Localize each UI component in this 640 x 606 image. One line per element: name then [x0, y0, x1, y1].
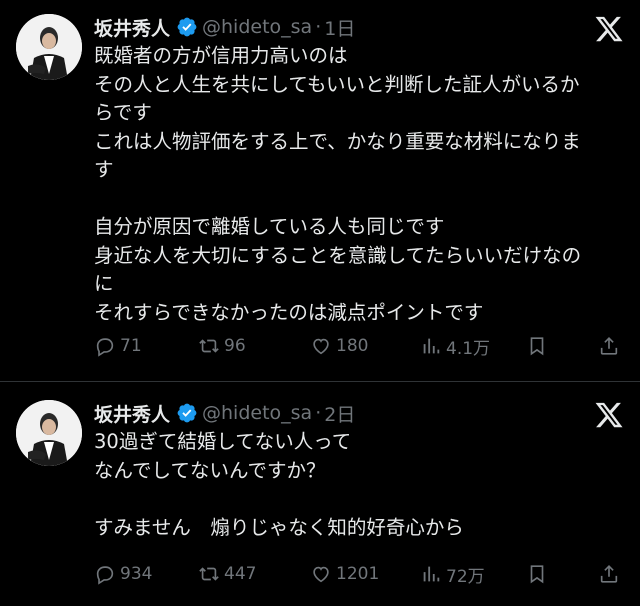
tweet-text-line: らです — [94, 101, 152, 124]
retweet-count: 447 — [224, 564, 257, 584]
tweet-text-line: その人と人生を共にしてもいいと判断した証人がいるか — [94, 72, 580, 96]
tweet-text-line: 身近な人を大切にすることを意識してたらいいだけなの — [94, 243, 582, 267]
verified-badge-icon — [177, 403, 197, 423]
timestamp[interactable]: 1日 — [324, 14, 355, 41]
like-icon — [313, 566, 329, 583]
avatar[interactable] — [16, 14, 82, 80]
avatar[interactable] — [16, 400, 82, 466]
tweet-text-line — [94, 185, 624, 214]
like-icon — [313, 338, 329, 355]
x-logo-icon — [595, 402, 623, 428]
reply-icon — [96, 338, 114, 357]
reply-button[interactable]: 71 — [94, 335, 142, 357]
reply-icon — [96, 566, 114, 585]
like-count: 180 — [336, 336, 369, 356]
views-icon — [423, 566, 440, 582]
views-button[interactable]: 4.1万 — [420, 334, 490, 359]
author-name[interactable]: 坂井秀人 — [94, 14, 170, 41]
views-button[interactable]: 72万 — [420, 562, 485, 587]
author-handle[interactable]: @hideto_sa — [202, 16, 312, 38]
bookmark-icon — [530, 565, 544, 584]
author-handle[interactable]: @hideto_sa — [202, 402, 312, 424]
tweet-text-line: に — [94, 272, 114, 295]
timestamp[interactable]: 2日 — [324, 400, 355, 427]
tweet-text: 既婚者の方が信用力高いのは その人と人生を共にしてもいいと判断した証人がいるか … — [94, 42, 624, 327]
retweet-count: 96 — [224, 336, 246, 356]
retweet-icon — [199, 567, 219, 581]
like-count: 1201 — [336, 564, 380, 584]
tweet-text-line: なんでしてないんですか？ — [94, 458, 326, 482]
tweet-text-line: 30過ぎて結婚してない人って — [94, 430, 352, 453]
separator: · — [315, 16, 322, 38]
bookmark-icon — [530, 337, 544, 356]
like-button[interactable]: 1201 — [310, 563, 379, 585]
tweet-text-line: す — [94, 158, 114, 181]
view-count: 72万 — [446, 566, 485, 587]
tweet-text-line: 既婚者の方が信用力高いのは — [94, 44, 348, 67]
author-name[interactable]: 坂井秀人 — [94, 400, 170, 427]
tweet-text: 30過ぎて結婚してない人って なんでしてないんですか？ すみません 煽りじゃなく… — [94, 428, 624, 542]
x-logo-icon — [595, 16, 623, 42]
tweet[interactable]: 坂井秀人 @hideto_sa · 1日 既婚者の方が信用力高いのは その人と人… — [0, 0, 640, 382]
tweet-header: 坂井秀人 @hideto_sa · 1日 — [94, 14, 624, 40]
timeline: 坂井秀人 @hideto_sa · 1日 既婚者の方が信用力高いのは その人と人… — [0, 0, 640, 606]
verified-badge-icon — [177, 17, 197, 37]
share-icon — [600, 565, 618, 583]
bookmark-button[interactable] — [526, 563, 552, 585]
reply-count: 71 — [120, 336, 142, 356]
separator: · — [315, 402, 322, 424]
tweet-text-line: それすらできなかったのは減点ポイントです — [94, 300, 484, 324]
tweet-text-line: すみません 煽りじゃなく知的好奇心から — [94, 515, 464, 539]
share-button[interactable] — [598, 563, 624, 585]
tweet-text-line: これは人物評価をする上で、かなり重要な材料になりま — [94, 129, 581, 153]
views-icon — [423, 338, 440, 354]
tweet-header: 坂井秀人 @hideto_sa · 2日 — [94, 400, 624, 426]
share-icon — [600, 337, 618, 355]
retweet-button[interactable]: 447 — [198, 563, 256, 585]
reply-count: 934 — [120, 564, 153, 584]
tweet-text-line: 自分が原因で離婚している人も同じです — [94, 215, 445, 238]
retweet-button[interactable]: 96 — [198, 335, 246, 357]
retweet-icon — [199, 339, 219, 353]
view-count: 4.1万 — [446, 338, 491, 359]
tweet-text-line — [94, 485, 624, 514]
share-button[interactable] — [598, 335, 624, 357]
bookmark-button[interactable] — [526, 335, 552, 357]
tweet[interactable]: 坂井秀人 @hideto_sa · 2日 30過ぎて結婚してない人って なんでし… — [0, 382, 640, 606]
reply-button[interactable]: 934 — [94, 563, 152, 585]
like-button[interactable]: 180 — [310, 335, 368, 357]
